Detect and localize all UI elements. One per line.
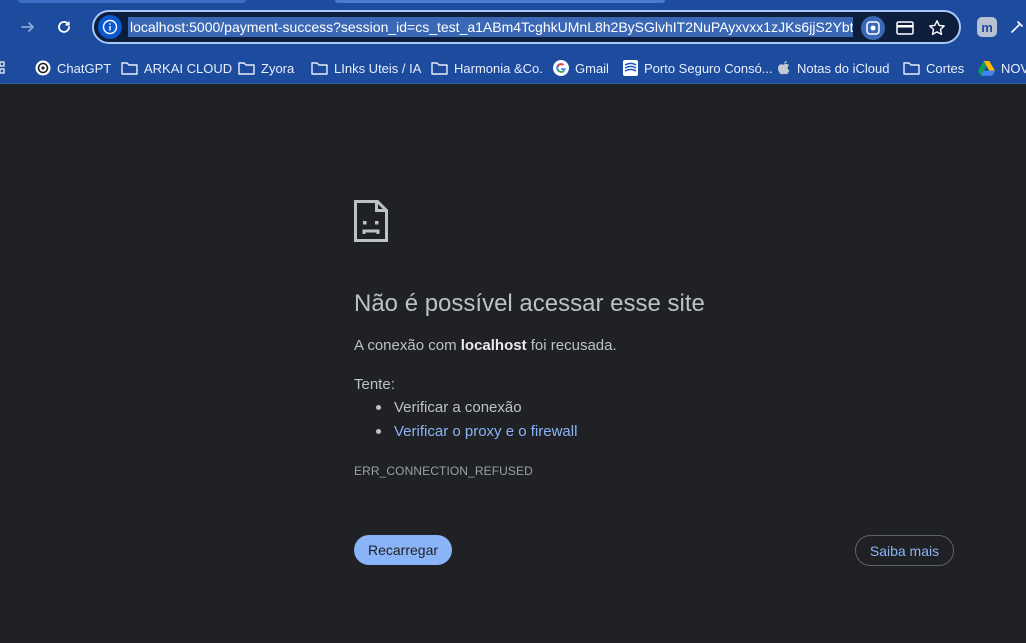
chatgpt-icon [35, 60, 51, 76]
card-icon[interactable] [893, 16, 917, 40]
bookmark-cortes[interactable]: Cortes [903, 56, 964, 80]
reload-button[interactable] [50, 13, 78, 41]
bullet-icon [376, 429, 381, 434]
desc-host: localhost [460, 337, 527, 354]
star-bookmark-icon[interactable] [925, 16, 949, 40]
bookmark-nov[interactable]: NOV [978, 56, 1026, 80]
eyedropper-icon[interactable] [1008, 13, 1026, 41]
bookmark-zyora[interactable]: Zyora [238, 56, 294, 80]
error-title: Não é possível acessar esse site [354, 290, 705, 317]
bookmark-notas-icloud[interactable]: Notas do iCloud [777, 56, 890, 80]
desc-prefix: A conexão com [354, 337, 461, 354]
folder-icon [121, 62, 138, 75]
google-drive-icon [978, 60, 995, 76]
forward-button[interactable] [14, 13, 42, 41]
url-text[interactable]: localhost:5000/payment-success?session_i… [128, 17, 853, 37]
bookmark-label: NOV [1001, 60, 1026, 76]
bookmark-label: Porto Seguro Consó... [644, 60, 773, 76]
suggestion-text: Verificar a conexão [394, 399, 522, 416]
bookmarks-bar: ChatGPT ARKAI CLOUD Zyora LInks Uteis / … [0, 52, 1026, 84]
folder-icon [311, 62, 328, 75]
try-label: Tente: [354, 376, 395, 393]
google-lens-icon[interactable] [861, 16, 885, 40]
error-description: A conexão com localhost foi recusada. [354, 337, 617, 354]
bookmark-label: LInks Uteis / IA [334, 60, 422, 76]
arrow-right-icon [21, 22, 34, 32]
bookmark-label: Harmonia &Co. [454, 60, 543, 76]
extension-icon[interactable]: m [977, 17, 997, 37]
bookmark-arkai-cloud[interactable]: ARKAI CLOUD [121, 56, 232, 80]
bookmark-label: ChatGPT [57, 60, 112, 76]
reload-icon [58, 21, 70, 33]
bookmark-label: Gmail [575, 60, 609, 76]
porto-seguro-icon [623, 60, 638, 76]
suggestion-link-text[interactable]: Verificar o proxy e o firewall [394, 423, 577, 440]
bookmark-label: Notas do iCloud [797, 60, 890, 76]
reload-page-button[interactable]: Recarregar [354, 535, 452, 565]
sad-page-icon [354, 200, 388, 242]
site-info-icon[interactable] [98, 15, 122, 39]
google-icon [553, 60, 569, 76]
apple-icon [778, 60, 790, 75]
bookmark-label: Cortes [926, 60, 965, 76]
bookmark-gmail[interactable]: Gmail [553, 56, 609, 80]
address-bar[interactable]: localhost:5000/payment-success?session_i… [92, 10, 961, 44]
apps-icon[interactable] [0, 56, 6, 80]
suggestion-check-connection: Verificar a conexão [376, 399, 522, 416]
tab-edge-active [335, 0, 665, 3]
learn-more-button[interactable]: Saiba mais [855, 535, 954, 566]
tab-edge [18, 0, 246, 3]
suggestion-check-proxy-link[interactable]: Verificar o proxy e o firewall [376, 423, 577, 440]
bookmark-label: Zyora [261, 60, 295, 76]
folder-icon [238, 62, 255, 75]
bullet-icon [376, 405, 381, 410]
bookmark-label: ARKAI CLOUD [144, 60, 233, 76]
bookmark-chatgpt[interactable]: ChatGPT [35, 56, 111, 80]
bookmark-porto-seguro[interactable]: Porto Seguro Consó... [623, 56, 773, 80]
bookmark-links-uteis[interactable]: LInks Uteis / IA [311, 56, 421, 80]
browser-toolbar: localhost:5000/payment-success?session_i… [0, 0, 1026, 52]
desc-suffix: foi recusada. [526, 337, 617, 354]
folder-icon [903, 62, 920, 75]
bookmark-harmonia[interactable]: Harmonia &Co. [431, 56, 543, 80]
folder-icon [431, 62, 448, 75]
error-code: ERR_CONNECTION_REFUSED [354, 464, 533, 478]
